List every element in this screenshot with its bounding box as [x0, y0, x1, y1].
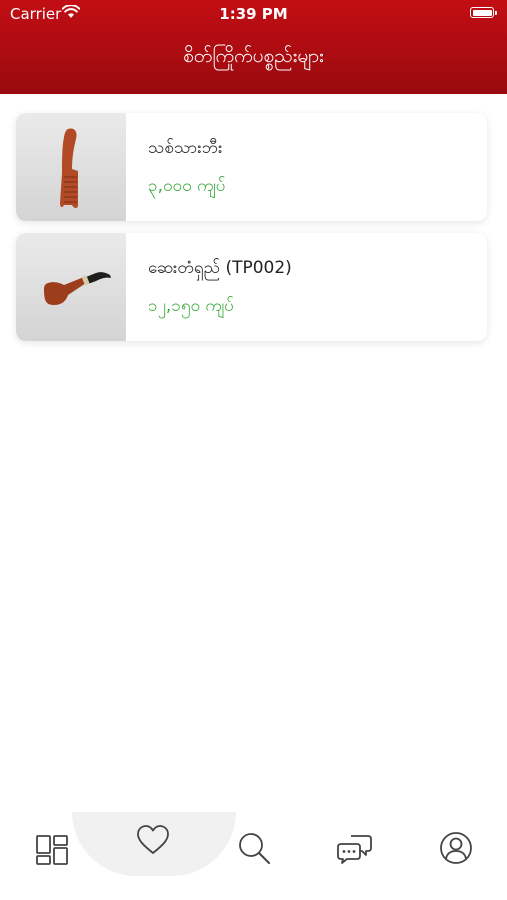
bottom-tab-bar — [0, 812, 507, 900]
chat-icon — [337, 835, 372, 864]
heart-icon — [137, 825, 169, 854]
product-card[interactable]: သစ်သားဘီး ၃,၀၀၀ ကျပ် — [16, 113, 487, 221]
tab-grid[interactable] — [32, 828, 72, 868]
tab-search[interactable] — [234, 828, 274, 868]
product-price: ၁၂,၁၅၀ ကျပ် — [148, 296, 234, 316]
status-bar: Carrier 1:39 PM — [0, 0, 507, 28]
clock: 1:39 PM — [219, 5, 288, 23]
search-icon — [239, 833, 270, 864]
product-price: ၃,၀၀၀ ကျပ် — [148, 176, 226, 196]
product-name: ဆေးတံရှည် (TP002) — [148, 258, 292, 278]
product-image — [16, 113, 126, 221]
product-card[interactable]: ဆေးတံရှည် (TP002) ၁၂,၁၅၀ ကျပ် — [16, 233, 487, 341]
tab-chat[interactable] — [335, 828, 375, 868]
product-name: သစ်သားဘီး — [148, 138, 223, 158]
profile-icon — [440, 832, 472, 864]
page-title: စိတ်ကြိုက်ပစ္စည်းများ — [183, 45, 324, 67]
tab-profile[interactable] — [436, 828, 476, 868]
grid-icon — [36, 835, 68, 865]
battery-icon — [470, 7, 497, 18]
pipe-image — [44, 272, 111, 305]
product-image — [16, 233, 126, 341]
favorites-list: သစ်သားဘီး ၃,၀၀၀ ကျပ် ဆေးတံရှည် (TP002) ၁… — [16, 113, 487, 353]
comb-image — [60, 128, 78, 208]
app-header: Carrier 1:39 PM စိတ်ကြိုက်ပစ္စည်းများ — [0, 0, 507, 94]
tab-favorites[interactable] — [133, 820, 173, 860]
